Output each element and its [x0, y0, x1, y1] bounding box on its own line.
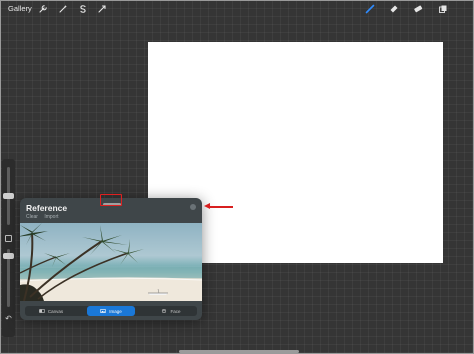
- tab-image[interactable]: Image: [87, 306, 135, 316]
- annotation-arrow: [209, 206, 233, 208]
- reference-panel: Reference Clear Import Canvas Image Face: [20, 198, 202, 320]
- canvas-icon: [38, 309, 45, 313]
- reference-image: [20, 223, 202, 301]
- smudge-icon[interactable]: [389, 4, 399, 14]
- tab-canvas-label: Canvas: [47, 308, 64, 314]
- tab-image-label: Image: [109, 308, 122, 314]
- magic-wand-icon[interactable]: [58, 4, 68, 14]
- selection-icon[interactable]: [78, 4, 88, 14]
- drag-handle-highlight: [100, 194, 122, 206]
- left-sidebar: ↶: [2, 159, 15, 337]
- top-toolbar: Gallery: [1, 1, 474, 19]
- undo-icon[interactable]: ↶: [4, 314, 13, 323]
- reference-title: Reference: [26, 203, 68, 213]
- transform-icon[interactable]: [97, 4, 107, 14]
- wrench-icon[interactable]: [38, 4, 48, 14]
- reference-actions: Clear Import: [26, 214, 64, 220]
- layers-icon[interactable]: [438, 4, 448, 14]
- image-icon: [100, 309, 107, 313]
- annotation-arrow-head: [204, 203, 210, 209]
- reference-close-icon[interactable]: [190, 204, 196, 210]
- face-icon: [162, 309, 167, 313]
- brush-icon[interactable]: [365, 4, 375, 14]
- opacity-handle[interactable]: [3, 253, 14, 259]
- modify-button[interactable]: [5, 235, 12, 242]
- eraser-icon[interactable]: [413, 4, 423, 14]
- tab-face[interactable]: Face: [147, 306, 195, 316]
- clear-button[interactable]: Clear: [26, 214, 38, 220]
- tab-face-label: Face: [170, 308, 181, 314]
- home-indicator[interactable]: [179, 350, 299, 353]
- reference-tabs: Canvas Image Face: [25, 306, 197, 316]
- gallery-button[interactable]: Gallery: [8, 4, 32, 13]
- tab-canvas[interactable]: Canvas: [27, 306, 75, 316]
- brush-size-handle[interactable]: [3, 193, 14, 199]
- import-button[interactable]: Import: [44, 214, 58, 220]
